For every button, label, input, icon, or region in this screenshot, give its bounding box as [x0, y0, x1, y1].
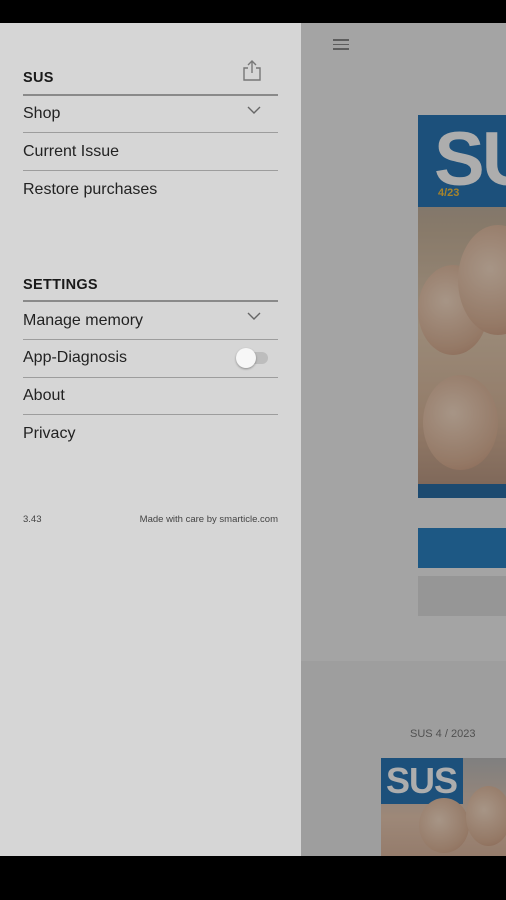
divider — [23, 132, 278, 133]
section-title-settings: SETTINGS — [23, 277, 98, 293]
app-diagnosis-toggle[interactable] — [236, 348, 268, 368]
divider — [23, 414, 278, 415]
divider — [23, 170, 278, 171]
toggle-thumb — [236, 348, 256, 368]
menu-item-manage-memory[interactable]: Manage memory — [23, 312, 143, 330]
app-version: 3.43 — [23, 514, 42, 525]
navigation-drawer: SUS Shop Current Issue Restore purchases… — [0, 23, 301, 856]
divider — [23, 300, 278, 302]
menu-item-shop[interactable]: Shop — [23, 105, 60, 123]
menu-item-privacy[interactable]: Privacy — [23, 425, 75, 443]
menu-item-about[interactable]: About — [23, 387, 65, 405]
section-title-sus: SUS — [23, 70, 54, 86]
chevron-down-icon[interactable] — [247, 105, 261, 115]
app-screen: SUS 4/23 SUS 4 / 2023 SUS SUS — [0, 23, 506, 856]
credit-text: Made with care by smarticle.com — [139, 514, 278, 525]
menu-item-app-diagnosis: App-Diagnosis — [23, 349, 128, 366]
status-bar — [0, 0, 506, 23]
menu-item-restore-purchases[interactable]: Restore purchases — [23, 181, 157, 199]
chevron-down-icon[interactable] — [247, 311, 261, 321]
share-icon[interactable] — [242, 59, 262, 81]
divider — [23, 377, 278, 378]
divider — [23, 339, 278, 340]
navigation-bar — [0, 856, 506, 900]
menu-item-current-issue[interactable]: Current Issue — [23, 143, 119, 161]
divider — [23, 94, 278, 96]
